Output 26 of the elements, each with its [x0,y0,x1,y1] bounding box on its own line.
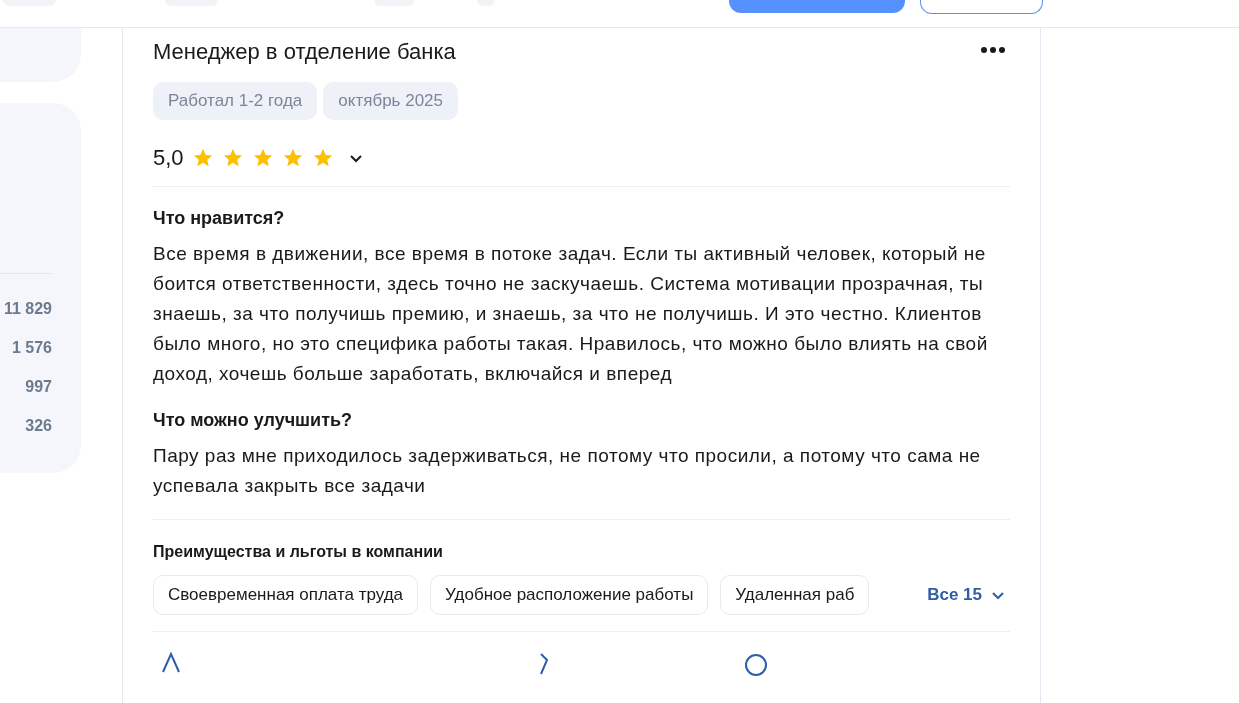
rating-value: 5,0 [153,144,184,172]
section-text: Все время в движении, все время в потоке задач. Если ты активный человек, который не боится ответственности, здесь точно не заскучаешь. Система мотивации прозрачная, ты знаешь, за что получишь премию, и знаешь, за что не получишь. И это честно. Клиентов было много, но это специфика работы такая. Нравилось, что можно было влиять на свой доход, хочешь больше заработать, включайся и вперед [153,242,989,386]
star-icon [281,147,304,169]
count-label: 1 576 [11,338,52,358]
tag: Работал 1-2 года [153,82,318,120]
tag: октябрь 2025 [323,82,458,120]
star-icon [221,147,244,169]
section-text: Пару раз мне приходилось задерживаться, не потому что просили, а потому что сама не успевала закрыть все задачи [153,444,982,498]
section-heading: Что нравится? [153,207,286,229]
benefit-chip: Своевременная оплата труда [153,575,419,615]
star-icon [191,147,214,169]
star-icon [251,147,274,169]
count-label: 326 [25,416,52,436]
count-label: 11 829 [3,299,52,319]
primary-button[interactable] [729,0,905,13]
benefit-chip: Удобное расположение работы [430,575,709,615]
benefits-heading: Преимущества и льготы в компании [153,542,444,562]
benefit-chip: Удаленная раб [720,575,870,615]
count-label: 997 [25,377,52,397]
review-title: Менеджер в отделение банка [153,38,456,66]
section-heading: Что можно улучшить? [153,409,354,431]
show-all-link[interactable]: Все 15 [927,582,1006,608]
star-icon [311,147,334,169]
outline-button[interactable] [920,0,1043,14]
circle-icon[interactable] [743,652,769,678]
more-options-icon[interactable] [980,46,1006,54]
